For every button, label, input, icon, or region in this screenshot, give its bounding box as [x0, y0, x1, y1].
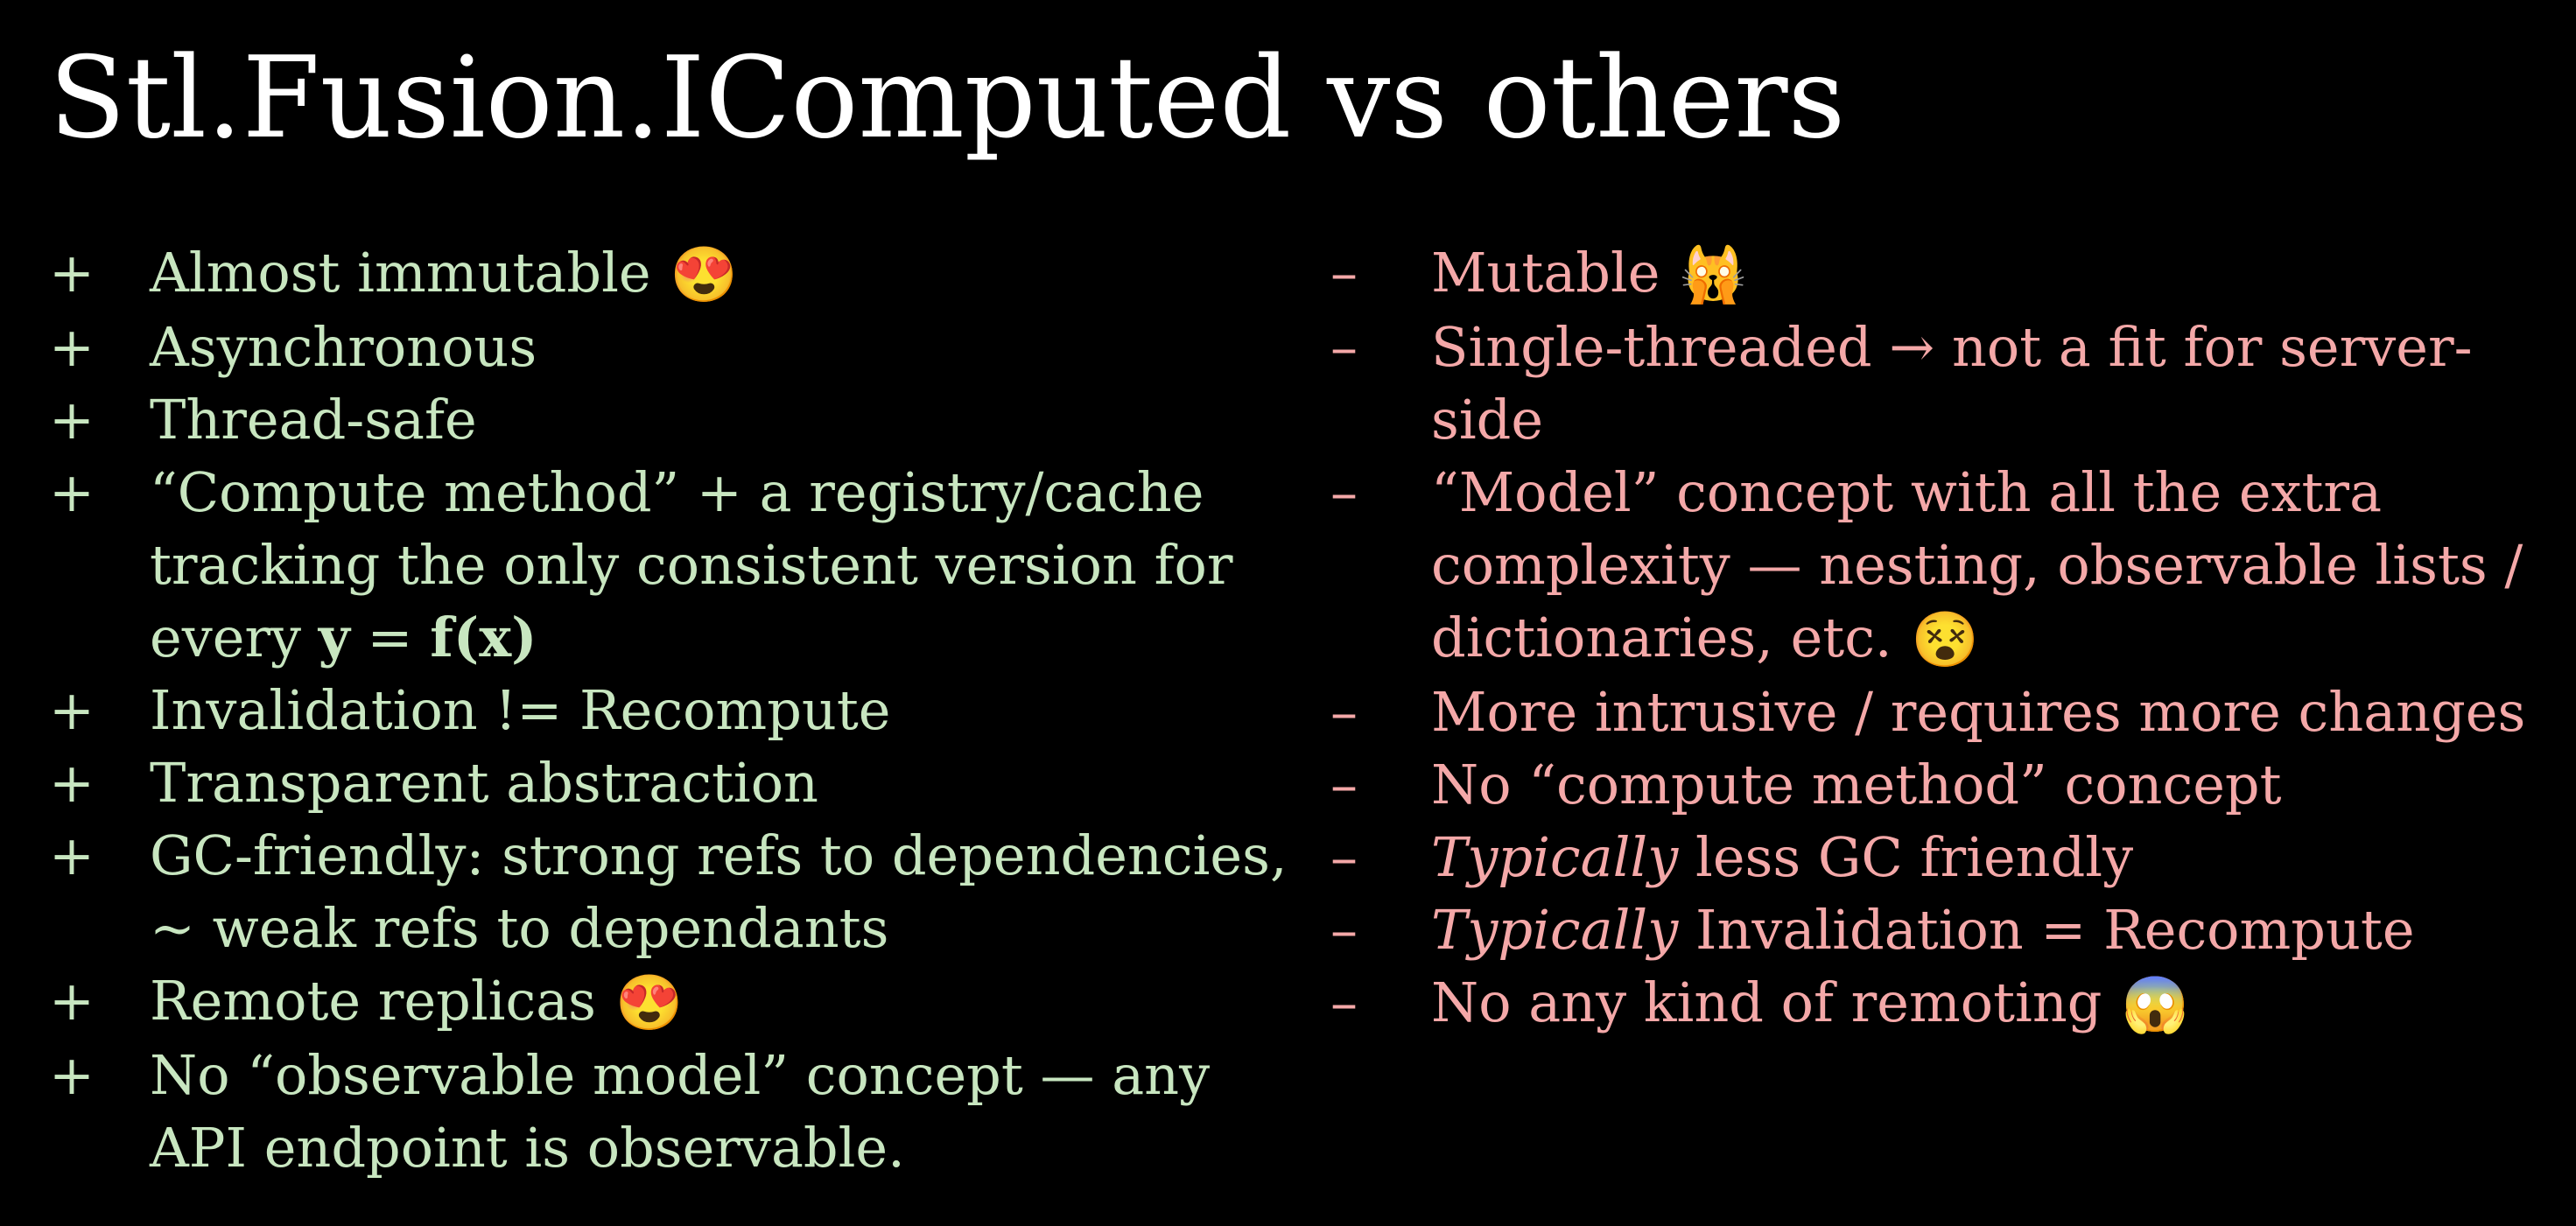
dash-marker: – [1330, 753, 1358, 816]
pro-text-bold: y [318, 606, 350, 669]
pro-text: “Compute method” + a registry/cache trac… [150, 460, 1233, 669]
con-item: – No any kind of remoting 😱 [1330, 966, 2556, 1040]
con-text: No “compute method” concept [1431, 753, 2282, 816]
dash-marker: – [1330, 460, 1358, 524]
pro-item: + Asynchronous [49, 311, 1301, 383]
dash-marker: – [1330, 241, 1358, 305]
pro-text: Almost immutable [150, 241, 651, 305]
con-text-italic: Typically [1431, 898, 1679, 962]
con-text-italic: Typically [1431, 825, 1679, 889]
con-item: – Typically less GC friendly [1330, 821, 2556, 893]
weary-cat-icon: 🙀 [1679, 242, 1747, 306]
pro-item: + GC-friendly: strong refs to dependenci… [49, 819, 1301, 964]
con-item: – Typically Invalidation = Recompute [1330, 893, 2556, 966]
plus-marker: + [49, 823, 95, 887]
plus-marker: + [49, 751, 95, 815]
pro-item: + No “observable model” concept — any AP… [49, 1039, 1301, 1184]
pro-text: Transparent abstraction [150, 751, 818, 815]
plus-marker: + [49, 678, 95, 742]
pro-text: Remote replicas [150, 969, 596, 1033]
con-item: – “Model” concept with all the extra com… [1330, 456, 2556, 676]
pro-text: Invalidation != Recompute [150, 678, 891, 742]
screaming-face-icon: 😱 [2121, 972, 2189, 1036]
dash-marker: – [1330, 898, 1358, 962]
pro-text: = [349, 606, 431, 669]
pro-item: + Remote replicas 😍 [49, 964, 1301, 1039]
con-text: Invalidation = Recompute [1678, 898, 2415, 962]
con-item: – Single-threaded → not a fit for server… [1330, 311, 2556, 456]
con-text: less GC friendly [1678, 825, 2134, 889]
pro-text-bold: f(x) [430, 606, 537, 669]
con-text: More intrusive / requires more changes [1431, 680, 2526, 744]
con-item: – More intrusive / requires more changes [1330, 676, 2556, 748]
pro-item: + Almost immutable 😍 [49, 236, 1301, 311]
dash-marker: – [1330, 680, 1358, 744]
con-item: – Mutable 🙀 [1330, 236, 2556, 311]
plus-marker: + [49, 388, 95, 452]
pro-item: + “Compute method” + a registry/cache tr… [49, 456, 1301, 674]
pro-text: Thread-safe [150, 388, 477, 452]
pro-item: + Thread-safe [49, 383, 1301, 456]
con-item: – No “compute method” concept [1330, 748, 2556, 821]
dash-marker: – [1330, 315, 1358, 379]
cons-list: – Mutable 🙀 – Single-threaded → not a fit… [1330, 236, 2556, 1040]
pro-text: Asynchronous [150, 315, 537, 379]
plus-marker: + [49, 315, 95, 379]
dizzy-face-icon: 😵 [1911, 607, 1979, 671]
plus-marker: + [49, 969, 95, 1033]
con-text: Single-threaded → not a fit for server-s… [1431, 315, 2473, 452]
dash-marker: – [1330, 970, 1358, 1034]
slide-title: Stl.Fusion.IComputed vs others [49, 33, 1846, 164]
plus-marker: + [49, 460, 95, 524]
pros-list: + Almost immutable 😍 + Asynchronous + Thr… [49, 236, 1301, 1184]
heart-eyes-icon: 😍 [615, 970, 684, 1034]
plus-marker: + [49, 241, 95, 305]
pro-item: + Invalidation != Recompute [49, 674, 1301, 746]
pro-item: + Transparent abstraction [49, 746, 1301, 819]
dash-marker: – [1330, 825, 1358, 889]
pro-text: No “observable model” concept — any API … [150, 1043, 1211, 1180]
con-text: No any kind of remoting [1431, 970, 2102, 1034]
con-text: Mutable [1431, 241, 1660, 305]
smiling-heart-eyes-icon: 😍 [670, 242, 738, 306]
plus-marker: + [49, 1043, 95, 1107]
pro-text: GC-friendly: strong refs to dependencies… [150, 823, 1288, 960]
